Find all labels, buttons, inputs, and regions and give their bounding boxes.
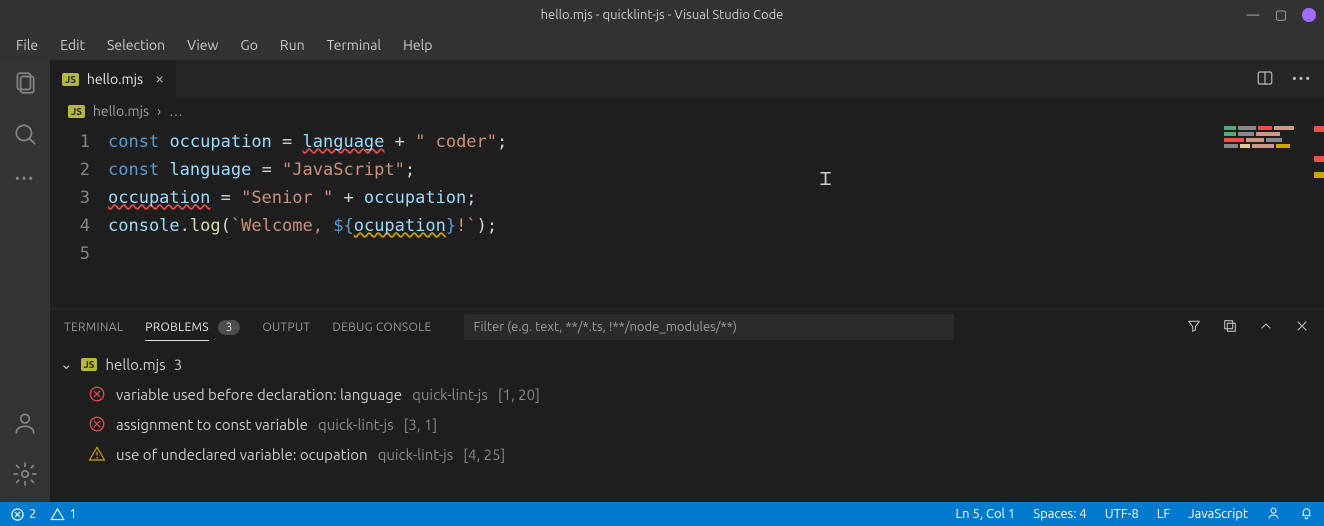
code-line-1[interactable]: const occupation = language + " coder";	[108, 128, 1324, 156]
problem-item[interactable]: use of undeclared variable: ocupation qu…	[60, 439, 1314, 469]
error-icon	[88, 415, 106, 433]
activity-bar: •••	[0, 60, 50, 502]
search-icon[interactable]	[12, 121, 38, 150]
problem-source: quick-lint-js	[318, 416, 394, 433]
title-bar: hello.mjs - quicklint-js - Visual Studio…	[0, 0, 1324, 30]
menu-run[interactable]: Run	[270, 33, 315, 57]
window-title: hello.mjs - quicklint-js - Visual Studio…	[541, 8, 784, 22]
status-bar: 2 1 Ln 5, Col 1 Spaces: 4 UTF-8 LF JavaS…	[0, 502, 1324, 526]
split-editor-icon[interactable]	[1256, 69, 1274, 90]
menu-edit[interactable]: Edit	[50, 33, 95, 57]
js-file-icon: JS	[62, 73, 79, 86]
breadcrumb[interactable]: JS hello.mjs › …	[50, 98, 1324, 124]
warning-icon	[88, 445, 106, 463]
maximize-icon[interactable]: ▢	[1274, 8, 1288, 22]
line-number: 3	[50, 184, 90, 212]
breadcrumb-file: hello.mjs	[93, 103, 149, 119]
menu-file[interactable]: File	[6, 33, 48, 57]
problem-item[interactable]: variable used before declaration: langua…	[60, 379, 1314, 409]
problem-item[interactable]: assignment to const variable quick-lint-…	[60, 409, 1314, 439]
menu-view[interactable]: View	[177, 33, 228, 57]
filter-placeholder: Filter (e.g. text, **/*.ts, !**/node_mod…	[474, 320, 737, 334]
problem-location: [1, 20]	[498, 386, 540, 403]
file-problem-count: 3	[174, 356, 182, 373]
status-lncol[interactable]: Ln 5, Col 1	[955, 507, 1015, 521]
panel-tabs: TERMINAL PROBLEMS 3 OUTPUT DEBUG CONSOLE…	[50, 309, 1324, 345]
line-number: 1	[50, 128, 90, 156]
close-tab-icon[interactable]: ×	[155, 70, 164, 88]
status-encoding[interactable]: UTF-8	[1105, 507, 1139, 521]
problem-source: quick-lint-js	[378, 446, 454, 463]
js-file-icon: JS	[68, 105, 85, 118]
tab-debug-console[interactable]: DEBUG CONSOLE	[332, 321, 431, 334]
tab-output[interactable]: OUTPUT	[262, 321, 310, 334]
code-area[interactable]: const occupation = language + " coder"; …	[108, 128, 1324, 308]
problem-message: use of undeclared variable: ocupation	[116, 446, 368, 463]
error-icon	[10, 507, 25, 522]
breadcrumb-sep: ›	[157, 103, 161, 119]
chevron-up-icon[interactable]	[1258, 318, 1274, 337]
filter-icon[interactable]	[1186, 318, 1202, 337]
problems-file-name: hello.mjs	[105, 356, 165, 373]
problems-count-badge: 3	[218, 320, 241, 335]
tab-label: hello.mjs	[87, 71, 143, 87]
status-errors[interactable]: 2	[10, 507, 36, 522]
account-icon[interactable]	[12, 410, 38, 439]
problem-location: [4, 25]	[463, 446, 505, 463]
window-controls: — ▢	[1246, 8, 1316, 22]
more-actions-icon[interactable]: •••	[1292, 72, 1312, 86]
close-panel-icon[interactable]	[1294, 318, 1310, 337]
js-file-icon: JS	[81, 358, 98, 371]
problem-message: variable used before declaration: langua…	[116, 386, 402, 403]
code-line-5[interactable]	[108, 240, 1324, 268]
gear-icon[interactable]	[12, 461, 38, 490]
tab-problems[interactable]: PROBLEMS 3	[145, 321, 240, 334]
status-spaces[interactable]: Spaces: 4	[1033, 507, 1086, 521]
status-eol[interactable]: LF	[1157, 507, 1170, 521]
warning-icon	[50, 507, 65, 522]
error-icon	[88, 385, 106, 403]
problem-message: assignment to const variable	[116, 416, 308, 433]
menu-bar: File Edit Selection View Go Run Terminal…	[0, 30, 1324, 60]
problem-location: [3, 1]	[404, 416, 438, 433]
status-language[interactable]: JavaScript	[1188, 507, 1248, 521]
editor-tabs: JS hello.mjs × •••	[50, 60, 1324, 98]
bottom-panel: TERMINAL PROBLEMS 3 OUTPUT DEBUG CONSOLE…	[50, 308, 1324, 502]
problem-source: quick-lint-js	[412, 386, 488, 403]
problems-list: ⌄ JS hello.mjs 3 variable used before de…	[50, 345, 1324, 502]
line-number: 4	[50, 212, 90, 240]
bell-icon[interactable]	[1299, 505, 1314, 523]
close-icon[interactable]	[1302, 8, 1316, 22]
menu-go[interactable]: Go	[230, 33, 267, 57]
explorer-icon[interactable]	[12, 70, 38, 99]
problems-filter-input[interactable]: Filter (e.g. text, **/*.ts, !**/node_mod…	[464, 314, 954, 340]
breadcrumb-tail: …	[169, 103, 183, 119]
tab-terminal[interactable]: TERMINAL	[64, 321, 123, 334]
line-gutter: 1 2 3 4 5	[50, 128, 108, 308]
main-area: JS hello.mjs × ••• JS hello.mjs › … 1	[50, 60, 1324, 502]
code-line-3[interactable]: occupation = "Senior " + occupation;	[108, 184, 1324, 212]
collapse-all-icon[interactable]	[1222, 318, 1238, 337]
menu-terminal[interactable]: Terminal	[317, 33, 392, 57]
status-warnings[interactable]: 1	[50, 507, 76, 522]
code-line-4[interactable]: console.log(`Welcome, ${ocupation}!`);	[108, 212, 1324, 240]
overview-ruler[interactable]	[1314, 124, 1324, 308]
editor[interactable]: 1 2 3 4 5 const occupation = language + …	[50, 124, 1324, 308]
more-icon[interactable]: •••	[15, 172, 35, 186]
minimap[interactable]	[1224, 126, 1314, 150]
menu-selection[interactable]: Selection	[97, 33, 175, 57]
problems-file-row[interactable]: ⌄ JS hello.mjs 3	[60, 349, 1314, 379]
line-number: 2	[50, 156, 90, 184]
line-number: 5	[50, 240, 90, 268]
minimize-icon[interactable]: —	[1246, 8, 1260, 22]
chevron-down-icon[interactable]: ⌄	[60, 355, 73, 373]
menu-help[interactable]: Help	[393, 33, 442, 57]
tab-hello-mjs[interactable]: JS hello.mjs ×	[50, 60, 177, 98]
code-line-2[interactable]: const language = "JavaScript";	[108, 156, 1324, 184]
feedback-icon[interactable]	[1266, 505, 1281, 523]
editor-actions: •••	[1244, 60, 1324, 98]
